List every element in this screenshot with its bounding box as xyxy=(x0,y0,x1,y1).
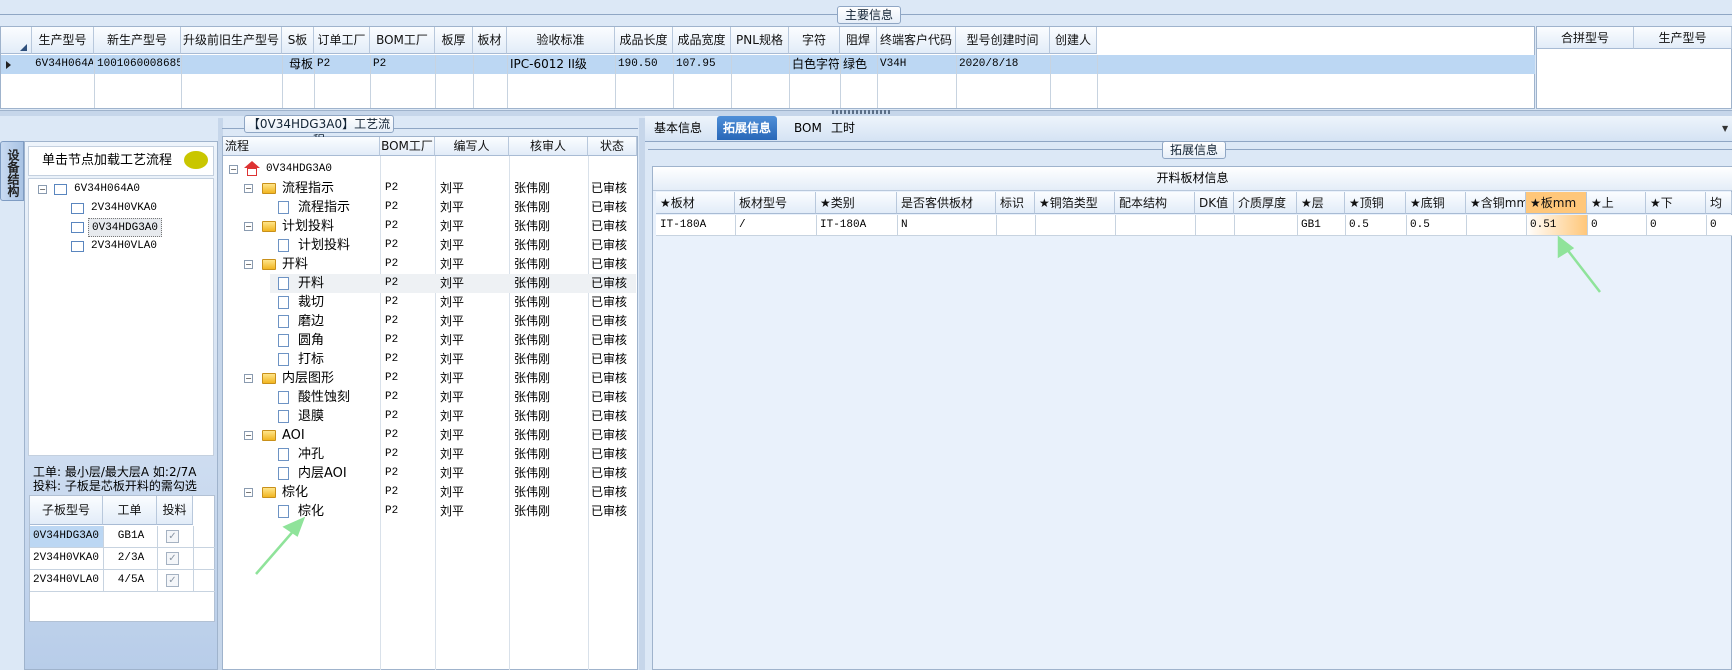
arrow-line-right xyxy=(1565,247,1601,293)
arrow-head-left xyxy=(282,516,306,537)
annotation-arrows xyxy=(255,235,1601,575)
arrow-line-left xyxy=(255,527,297,575)
